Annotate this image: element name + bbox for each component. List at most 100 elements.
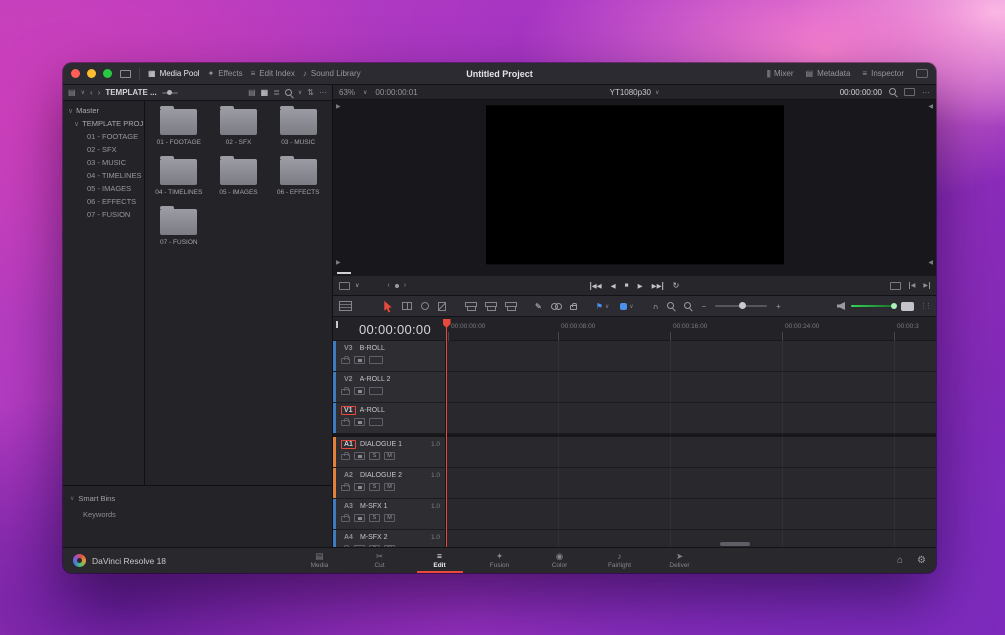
insert-clip-icon[interactable] bbox=[465, 301, 477, 311]
track-enable-icon[interactable] bbox=[354, 418, 365, 426]
chevron-down-icon[interactable]: ∨ bbox=[355, 282, 359, 289]
folder-footage[interactable]: 01 - FOOTAGE bbox=[149, 106, 209, 146]
track-id[interactable]: V3 bbox=[341, 344, 356, 353]
track-lane-v1[interactable] bbox=[445, 403, 936, 433]
sort-icon[interactable]: ⇅ bbox=[307, 88, 314, 97]
track-name[interactable]: B-ROLL bbox=[360, 345, 385, 352]
track-id[interactable]: A4 bbox=[341, 533, 356, 542]
search-icon[interactable] bbox=[284, 88, 293, 97]
tree-item-effects[interactable]: 06 - EFFECTS bbox=[63, 195, 144, 208]
viewer-zoom-value[interactable]: 63% bbox=[339, 88, 355, 97]
dual-viewer-icon[interactable] bbox=[904, 88, 915, 96]
zoom-out-icon[interactable]: − bbox=[701, 302, 706, 311]
tab-fairlight[interactable]: ♪ Fairlight bbox=[603, 548, 637, 573]
more-options-icon[interactable]: ··· bbox=[319, 88, 327, 97]
track-enable-icon[interactable] bbox=[354, 356, 365, 364]
track-lane-a3[interactable] bbox=[445, 499, 936, 529]
selection-tool-icon[interactable] bbox=[383, 300, 393, 313]
marker-button[interactable]: ∨ bbox=[620, 302, 634, 310]
viewer-in-timecode[interactable]: 00:00:00:01 bbox=[375, 88, 417, 97]
thumbnail-size-slider[interactable] bbox=[161, 89, 178, 95]
folder-music[interactable]: 03 - MUSIC bbox=[268, 106, 328, 146]
zoom-button[interactable] bbox=[103, 69, 112, 78]
chevron-down-icon[interactable]: ∨ bbox=[81, 89, 85, 96]
zoom-in-icon[interactable]: + bbox=[776, 302, 781, 311]
tree-item-sfx[interactable]: 02 - SFX bbox=[63, 143, 144, 156]
track-header-a1[interactable]: A1 DIALOGUE 1 1.0 S M bbox=[333, 437, 445, 467]
edit-index-button[interactable]: ≡ Edit Index bbox=[251, 69, 295, 78]
scrollbar-thumb[interactable] bbox=[719, 542, 750, 546]
auto-select-icon[interactable] bbox=[369, 356, 383, 364]
dynamic-trim-mode-icon[interactable] bbox=[421, 302, 429, 310]
tree-item-images[interactable]: 05 - IMAGES bbox=[63, 182, 144, 195]
display-icon[interactable] bbox=[120, 69, 131, 78]
track-lock-icon[interactable] bbox=[341, 514, 350, 522]
track-lock-icon[interactable] bbox=[341, 483, 350, 491]
track-name[interactable]: M-SFX 2 bbox=[360, 534, 388, 541]
zoom-detail-icon[interactable] bbox=[684, 302, 692, 310]
tree-item-footage[interactable]: 01 - FOOTAGE bbox=[63, 130, 144, 143]
speaker-icon[interactable] bbox=[837, 302, 845, 310]
viewer-options-icon[interactable]: ··· bbox=[922, 88, 930, 97]
smart-bins-item[interactable]: ∨ Smart Bins bbox=[63, 490, 332, 506]
viewer-mode-icon[interactable] bbox=[339, 281, 350, 290]
track-header-v1[interactable]: V1 A-ROLL bbox=[333, 403, 445, 433]
mixer-toggle-icon[interactable] bbox=[901, 301, 914, 311]
solo-button[interactable]: S bbox=[369, 452, 380, 460]
close-button[interactable] bbox=[71, 69, 80, 78]
tab-fusion[interactable]: ✦ Fusion bbox=[483, 548, 517, 573]
viewer-timecode[interactable]: 00:00:00:00 bbox=[840, 88, 882, 97]
timeline-zoom-slider[interactable] bbox=[715, 302, 768, 309]
playhead[interactable] bbox=[446, 319, 447, 547]
tab-edit[interactable]: ≡ Edit bbox=[423, 548, 457, 573]
track-enable-icon[interactable] bbox=[354, 387, 365, 395]
list-view-icon[interactable]: ≣ bbox=[273, 88, 280, 97]
back-icon[interactable]: ‹ bbox=[90, 88, 93, 97]
previous-edit-icon[interactable]: ◀ bbox=[908, 282, 915, 289]
drag-handle-icon[interactable]: ⋮⋮ bbox=[920, 302, 932, 310]
mute-button[interactable]: M bbox=[384, 452, 395, 460]
window-layout-button[interactable] bbox=[916, 69, 928, 78]
tree-item-template-project[interactable]: ∨ TEMPLATE PROJ... bbox=[63, 117, 144, 130]
viewer-jog-bar[interactable] bbox=[337, 272, 351, 274]
track-lane-a1[interactable] bbox=[445, 437, 936, 467]
track-id[interactable]: A2 bbox=[341, 471, 356, 480]
folder-effects[interactable]: 06 - EFFECTS bbox=[268, 156, 328, 196]
effects-button[interactable]: ✦ Effects bbox=[208, 69, 243, 78]
mixer-button[interactable]: ||| Mixer bbox=[767, 69, 794, 78]
inspector-button[interactable]: ≡ Inspector bbox=[862, 69, 904, 78]
track-id-selected[interactable]: V1 bbox=[341, 406, 356, 415]
mute-button[interactable]: M bbox=[384, 514, 395, 522]
track-enable-icon[interactable] bbox=[354, 514, 365, 522]
thumbnail-view-icon[interactable]: ▦ bbox=[261, 88, 269, 97]
overwrite-clip-icon[interactable] bbox=[485, 301, 497, 311]
media-pool-button[interactable]: ▦ Media Pool bbox=[148, 69, 200, 78]
track-lock-icon[interactable] bbox=[341, 356, 350, 364]
track-header-a2[interactable]: A2 DIALOGUE 2 1.0 S M bbox=[333, 468, 445, 498]
track-header-v2[interactable]: V2 A-ROLL 2 bbox=[333, 372, 445, 402]
chevron-down-icon[interactable]: ∨ bbox=[363, 89, 367, 96]
track-enable-icon[interactable] bbox=[354, 452, 365, 460]
next-edit-icon[interactable]: ▶ bbox=[923, 282, 930, 289]
solo-button[interactable]: S bbox=[369, 514, 380, 522]
replace-clip-icon[interactable] bbox=[505, 301, 517, 311]
track-id[interactable]: A3 bbox=[341, 502, 356, 511]
zoom-full-extent-icon[interactable] bbox=[667, 302, 675, 310]
timeline-selector[interactable]: YT1080p30 ∨ bbox=[610, 88, 660, 97]
play-button[interactable]: ▶ bbox=[638, 282, 643, 290]
track-lane-v3[interactable] bbox=[445, 341, 936, 371]
sound-library-button[interactable]: ♪ Sound Library bbox=[303, 69, 361, 78]
step-back-button[interactable]: ◀ bbox=[611, 282, 616, 290]
track-name[interactable]: DIALOGUE 1 bbox=[360, 441, 402, 448]
track-lane-v2[interactable] bbox=[445, 372, 936, 402]
settings-gear-icon[interactable]: ⚙ bbox=[917, 555, 926, 566]
track-header-a3[interactable]: A3 M-SFX 1 1.0 S M bbox=[333, 499, 445, 529]
trim-edit-mode-icon[interactable] bbox=[402, 302, 412, 310]
track-name[interactable]: A-ROLL 2 bbox=[360, 376, 391, 383]
tree-item-music[interactable]: 03 - MUSIC bbox=[63, 156, 144, 169]
match-frame-icon[interactable] bbox=[889, 281, 901, 290]
track-name[interactable]: A-ROLL bbox=[360, 407, 385, 414]
link-clips-icon[interactable] bbox=[550, 302, 562, 310]
auto-select-icon[interactable] bbox=[369, 418, 383, 426]
stop-button[interactable]: ■ bbox=[625, 282, 629, 289]
